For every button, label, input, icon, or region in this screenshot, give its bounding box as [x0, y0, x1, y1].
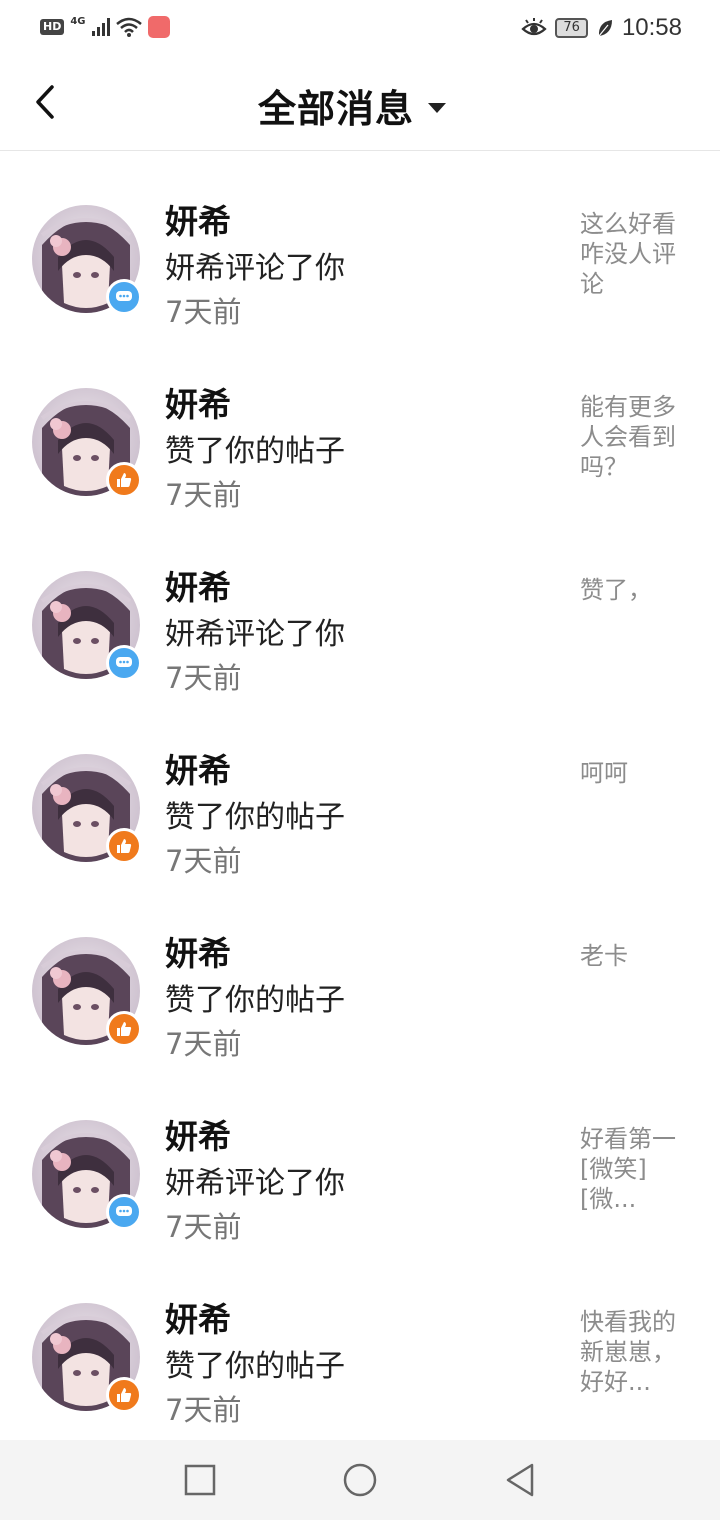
sender-name[interactable]: 妍希: [165, 378, 231, 426]
sender-name[interactable]: 妍希: [165, 1110, 231, 1158]
message-action: 赞了你的帖子: [165, 434, 345, 469]
message-action: 赞了你的帖子: [165, 983, 345, 1018]
network-type: 4G: [70, 15, 86, 27]
comment-icon: [106, 645, 142, 681]
sender-name[interactable]: 妍希: [165, 561, 231, 609]
message-action: 妍希评论了你: [165, 617, 345, 652]
content-preview[interactable]: 呵呵: [580, 758, 692, 788]
avatar-container[interactable]: [32, 388, 142, 498]
sender-name[interactable]: 妍希: [165, 1293, 231, 1341]
message-list: 妍希 妍希评论了你 7天前 这么好看咋没人评论 妍希 赞了你的帖子 7天前 能有…: [0, 151, 720, 1432]
eye-comfort-icon: [521, 18, 548, 36]
thumbs-up-icon: [106, 462, 142, 498]
page-title: 全部消息: [258, 87, 415, 131]
message-action: 妍希评论了你: [165, 1166, 345, 1201]
message-time: 7天前: [165, 844, 242, 878]
avatar-container[interactable]: [32, 571, 142, 681]
status-left: HD 4G: [40, 16, 170, 38]
comment-icon: [106, 1194, 142, 1230]
signal-icon: [91, 18, 110, 36]
message-time: 7天前: [165, 478, 242, 512]
content-preview[interactable]: 这么好看咋没人评论: [580, 209, 692, 299]
message-time: 7天前: [165, 1393, 242, 1427]
recents-button[interactable]: [180, 1460, 220, 1500]
message-time: 7天前: [165, 661, 242, 695]
thumbs-up-icon: [106, 1011, 142, 1047]
back-nav-button[interactable]: [500, 1460, 540, 1500]
message-item[interactable]: 妍希 妍希评论了你 7天前 赞了，: [0, 517, 720, 700]
avatar-container[interactable]: [32, 1120, 142, 1230]
sender-name[interactable]: 妍希: [165, 195, 231, 243]
content-preview[interactable]: 能有更多人会看到吗？: [580, 392, 692, 482]
header: 全部消息: [0, 56, 720, 151]
content-preview[interactable]: 老卡: [580, 941, 692, 971]
message-item[interactable]: 妍希 赞了你的帖子 7天前 呵呵: [0, 700, 720, 883]
back-button[interactable]: [30, 82, 64, 122]
status-bar: HD 4G 76 10:58: [0, 0, 720, 56]
system-nav-bar: [0, 1440, 720, 1520]
content-preview[interactable]: 好看第一[微笑][微...: [580, 1124, 692, 1214]
home-button[interactable]: [340, 1460, 380, 1500]
status-right: 76 10:58: [521, 14, 682, 42]
content-preview[interactable]: 赞了，: [580, 575, 692, 605]
message-time: 7天前: [165, 295, 242, 329]
message-item[interactable]: 妍希 妍希评论了你 7天前 好看第一[微笑][微...: [0, 1066, 720, 1249]
avatar-container[interactable]: [32, 205, 142, 315]
comment-icon: [106, 279, 142, 315]
message-item[interactable]: 妍希 赞了你的帖子 7天前 快看我的新崽崽，好好...: [0, 1249, 720, 1432]
avatar-container[interactable]: [32, 1303, 142, 1413]
avatar-container[interactable]: [32, 937, 142, 1047]
leaf-icon: [598, 20, 612, 37]
message-item[interactable]: 妍希 赞了你的帖子 7天前 能有更多人会看到吗？: [0, 334, 720, 517]
message-action: 赞了你的帖子: [165, 800, 345, 835]
message-time: 7天前: [165, 1210, 242, 1244]
sender-name[interactable]: 妍希: [165, 744, 231, 792]
hd-icon: HD: [40, 19, 65, 35]
message-time: 7天前: [165, 1027, 242, 1061]
title-dropdown[interactable]: 全部消息: [258, 78, 447, 133]
app-notification-icon: [147, 16, 170, 38]
thumbs-up-icon: [106, 828, 142, 864]
message-item[interactable]: 妍希 赞了你的帖子 7天前 老卡: [0, 883, 720, 1066]
content-preview[interactable]: 快看我的新崽崽，好好...: [580, 1307, 692, 1397]
message-action: 赞了你的帖子: [165, 1349, 345, 1384]
wifi-icon: [115, 17, 142, 37]
battery-icon: 76: [555, 18, 588, 38]
clock: 10:58: [621, 14, 682, 41]
avatar-container[interactable]: [32, 754, 142, 864]
caret-down-icon: [428, 102, 447, 113]
thumbs-up-icon: [106, 1377, 142, 1413]
message-action: 妍希评论了你: [165, 251, 345, 286]
sender-name[interactable]: 妍希: [165, 927, 231, 975]
message-item[interactable]: 妍希 妍希评论了你 7天前 这么好看咋没人评论: [0, 151, 720, 334]
